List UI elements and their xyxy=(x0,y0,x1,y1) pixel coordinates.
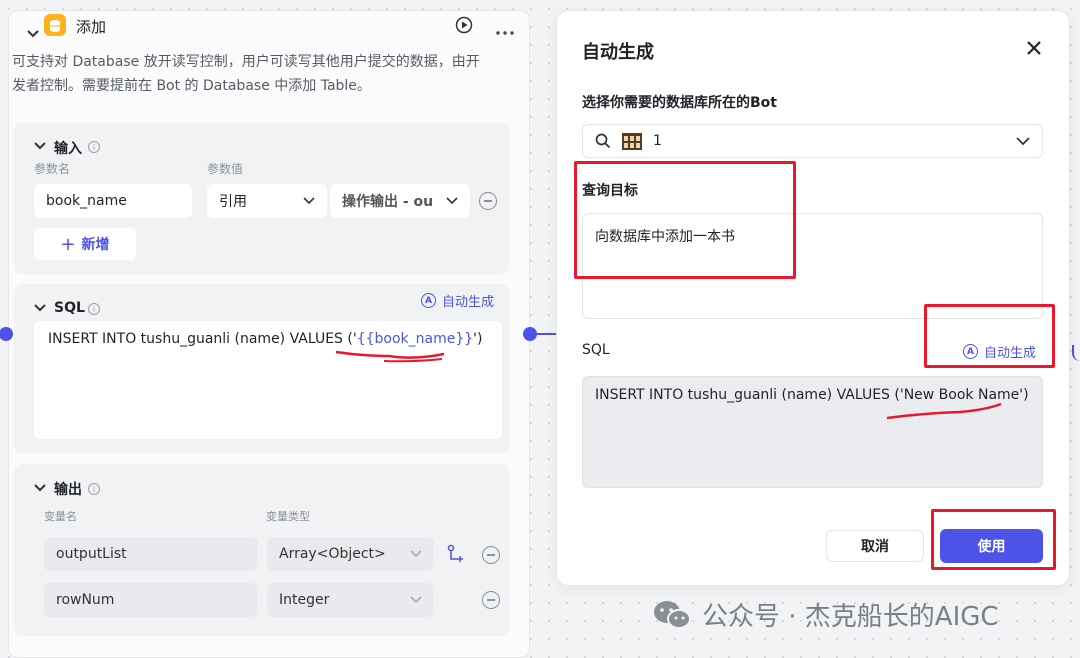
var-name-header: 变量名 xyxy=(44,510,77,523)
chevron-down-icon xyxy=(1016,136,1030,145)
plus-icon: + xyxy=(60,233,76,255)
add-param-button[interactable]: + 新增 xyxy=(34,228,136,260)
sql-variable: {{book_name}} xyxy=(356,331,474,347)
red-underline-annotation xyxy=(886,402,1002,420)
sql-title: SQL xyxy=(54,300,85,316)
output-title: 输出 xyxy=(54,482,82,498)
output-var-type-select: Integer xyxy=(267,583,434,617)
ai-icon: A xyxy=(421,293,436,308)
connection-line xyxy=(536,333,556,335)
bot-select[interactable]: 1 xyxy=(582,124,1043,158)
sql-query-prefix: INSERT INTO tushu_guanli (name) VALUES (… xyxy=(48,331,357,347)
param-name-header: 参数名 xyxy=(34,162,71,176)
output-ref-value: 操作输出 - ou xyxy=(342,194,434,210)
output-var-type-select: Array<Object> xyxy=(267,537,434,571)
cancel-button[interactable]: 取消 xyxy=(826,530,924,562)
output-var-name-value: rowNum xyxy=(56,592,115,608)
search-icon xyxy=(595,133,611,149)
info-icon[interactable]: i xyxy=(88,141,100,153)
output-collapse-icon[interactable] xyxy=(34,484,46,492)
generated-sql[interactable]: INSERT INTO tushu_guanli (name) VALUES (… xyxy=(582,376,1043,488)
add-param-label: 新增 xyxy=(81,237,110,253)
annotation-box-query-goal xyxy=(574,161,796,279)
chevron-down-icon xyxy=(410,550,422,558)
bot-select-label: 选择你需要的数据库所在的Bot xyxy=(582,95,777,111)
info-icon[interactable]: i xyxy=(88,483,100,495)
dialog-title: 自动生成 xyxy=(582,42,654,63)
sql-query-suffix: ') xyxy=(473,331,483,347)
output-port[interactable] xyxy=(523,327,537,341)
ref-select-value: 引用 xyxy=(219,194,247,210)
output-var-name: rowNum xyxy=(44,583,258,617)
output-var-name: outputList xyxy=(44,537,258,571)
param-name-value: book_name xyxy=(46,193,127,209)
chevron-down-icon xyxy=(410,596,422,604)
sql-editor[interactable]: INSERT INTO tushu_guanli (name) VALUES (… xyxy=(34,321,502,439)
description-line-2: 发者控制。需要提前在 Bot 的 Database 中添加 Table。 xyxy=(12,78,371,94)
remove-output-icon[interactable] xyxy=(482,546,500,564)
watermark-text: 公众号 · 杰克船长的AIGC xyxy=(702,602,999,632)
chevron-down-icon xyxy=(446,197,458,205)
connection-line-right xyxy=(1072,345,1080,361)
annotation-box-use xyxy=(931,509,1056,570)
output-ref-select[interactable]: 操作输出 - ou xyxy=(330,184,470,218)
red-underline-annotation xyxy=(335,350,445,363)
auto-generate-label: 自动生成 xyxy=(442,295,495,310)
annotation-box-auto-generate xyxy=(924,304,1055,368)
cancel-label: 取消 xyxy=(861,539,889,555)
sql-collapse-icon[interactable] xyxy=(34,304,46,312)
collapse-chevron-icon[interactable] xyxy=(26,29,40,39)
sql-label: SQL xyxy=(582,342,610,358)
input-collapse-icon[interactable] xyxy=(34,142,46,150)
wechat-icon xyxy=(654,600,691,629)
output-var-type-value: Array<Object> xyxy=(279,546,386,562)
input-title: 输入 xyxy=(54,141,82,157)
database-icon xyxy=(44,14,66,36)
watermark: 公众号 · 杰克船长的AIGC xyxy=(652,596,999,633)
bot-select-value: 1 xyxy=(653,133,662,149)
output-var-name-value: outputList xyxy=(56,546,127,562)
node-title: 添加 xyxy=(76,18,107,36)
run-icon[interactable] xyxy=(455,16,473,34)
ref-select[interactable]: 引用 xyxy=(207,184,327,218)
node-description: 可支持对 Database 放开读写控制，用户可读写其他用户提交的数据，由开 发… xyxy=(12,50,512,98)
remove-param-icon[interactable] xyxy=(479,192,497,210)
var-type-header: 变量类型 xyxy=(266,510,310,523)
chevron-down-icon xyxy=(303,197,315,205)
bot-avatar-icon xyxy=(622,133,642,150)
more-options-icon[interactable] xyxy=(495,30,515,36)
param-name-input[interactable]: book_name xyxy=(34,184,192,218)
add-subfield-icon[interactable] xyxy=(446,544,466,564)
description-line-1: 可支持对 Database 放开读写控制，用户可读写其他用户提交的数据，由开 xyxy=(12,54,480,70)
auto-generate-link[interactable]: A 自动生成 xyxy=(421,291,494,310)
close-icon[interactable] xyxy=(1026,40,1042,56)
param-value-header: 参数值 xyxy=(207,162,244,176)
output-var-type-value: Integer xyxy=(279,592,330,608)
remove-output-icon[interactable] xyxy=(482,591,500,609)
info-icon[interactable]: i xyxy=(88,303,100,315)
